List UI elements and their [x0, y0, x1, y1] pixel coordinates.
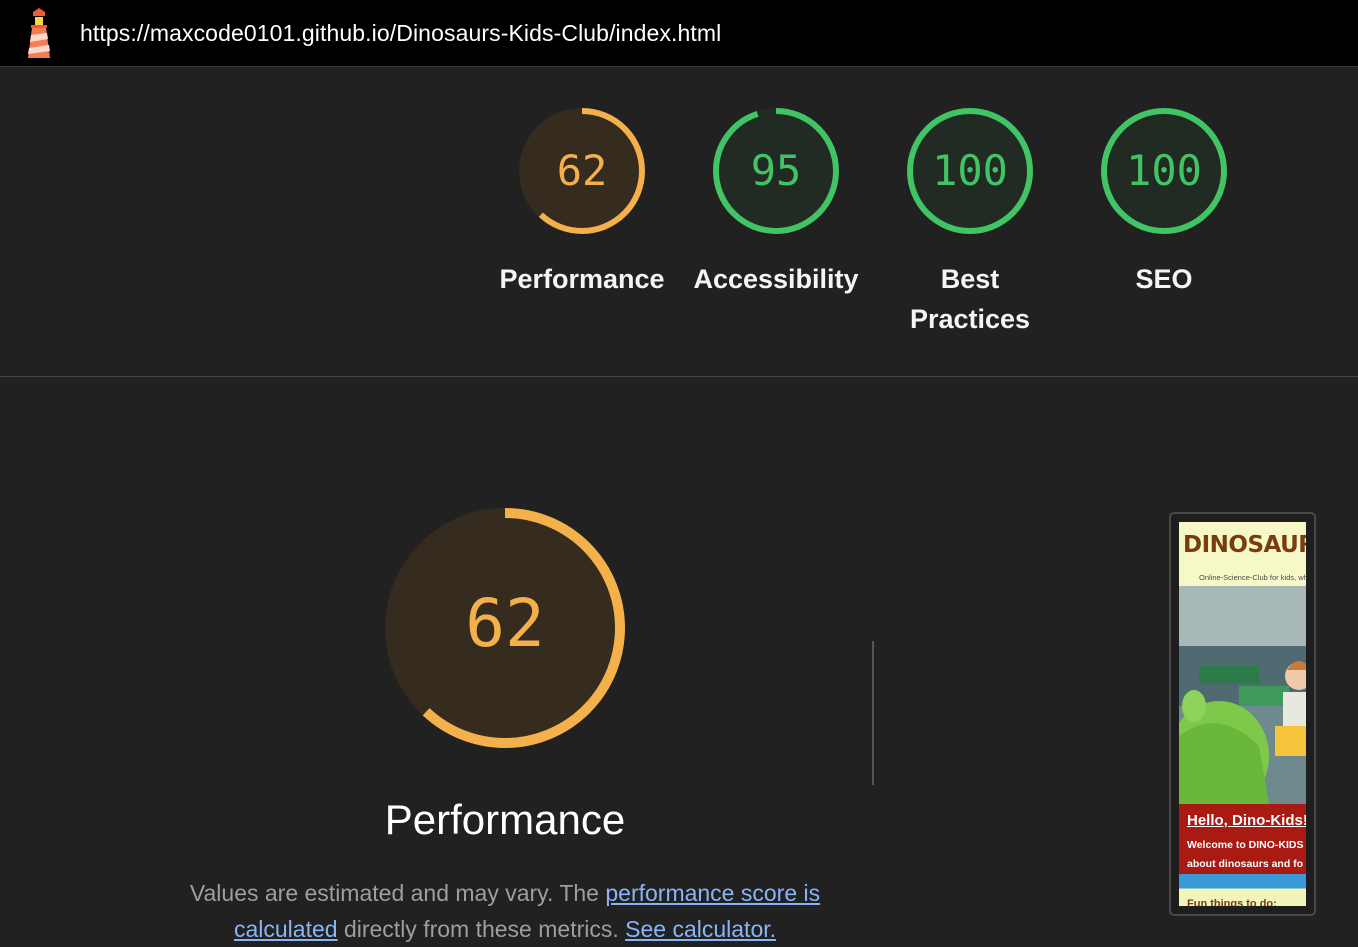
gauge-score: 95 [751, 146, 802, 195]
fun-section: Fun things to do: [1179, 874, 1306, 906]
performance-big-score: 62 [465, 585, 544, 662]
screenshot-title: DINOSAURS [1183, 532, 1306, 558]
gauge-score: 100 [932, 146, 1008, 195]
page-url: https://maxcode0101.github.io/Dinosaurs-… [80, 19, 722, 46]
gauge-seo[interactable]: 100 SEO [1069, 105, 1259, 299]
gauge-label: SEO [1135, 264, 1193, 294]
gauge-accessibility[interactable]: 95 Accessibility [681, 105, 871, 299]
gauge-score: 62 [557, 146, 608, 195]
gauge-label: Best Practices [909, 264, 1031, 334]
performance-description: Values are estimated and may vary. The p… [175, 875, 835, 947]
screenshot-subtitle: Online-Science-Club for kids, who [1199, 573, 1306, 582]
description-text-2: directly from these metrics. [337, 916, 626, 942]
performance-big-gauge: 62 [385, 508, 625, 748]
hello-heading: Hello, Dino-Kids! [1187, 812, 1306, 829]
gauge-ring: 100 [907, 108, 1033, 234]
hero-photo [1179, 586, 1306, 804]
score-gauges: 62 Performance 95 Accessibility 100 Best… [0, 67, 1358, 377]
see-calculator-link[interactable]: See calculator. [625, 916, 776, 942]
lighthouse-icon [28, 8, 50, 58]
gauge-label: Accessibility [693, 264, 859, 294]
vertical-divider [872, 641, 874, 785]
gauge-ring: 62 [519, 108, 645, 234]
description-text: Values are estimated and may vary. The [189, 880, 606, 906]
welcome-line-2: about dinosaurs and fo [1187, 858, 1304, 870]
welcome-banner: Hello, Dino-Kids! Welcome to DINO-KIDS a… [1179, 804, 1306, 874]
fun-heading: Fun things to do: [1187, 898, 1277, 906]
screenshot-page: DINOSAURS Online-Science-Club for kids, … [1179, 522, 1306, 906]
welcome-line-1: Welcome to DINO-KIDS [1187, 839, 1304, 851]
top-bar: https://maxcode0101.github.io/Dinosaurs-… [0, 0, 1358, 67]
page-screenshot-thumbnail[interactable]: DINOSAURS Online-Science-Club for kids, … [1169, 512, 1316, 916]
gauge-ring: 100 [1101, 108, 1227, 234]
gauge-score: 100 [1126, 146, 1202, 195]
gauge-performance[interactable]: 62 Performance [487, 105, 677, 299]
performance-title: Performance [384, 796, 626, 843]
gauge-ring: 95 [713, 108, 839, 234]
welcome-text: Welcome to DINO-KIDS about dinosaurs and… [1187, 836, 1303, 874]
gauge-label: Performance [499, 264, 665, 294]
gauge-best-practices[interactable]: 100 Best Practices [875, 105, 1065, 339]
